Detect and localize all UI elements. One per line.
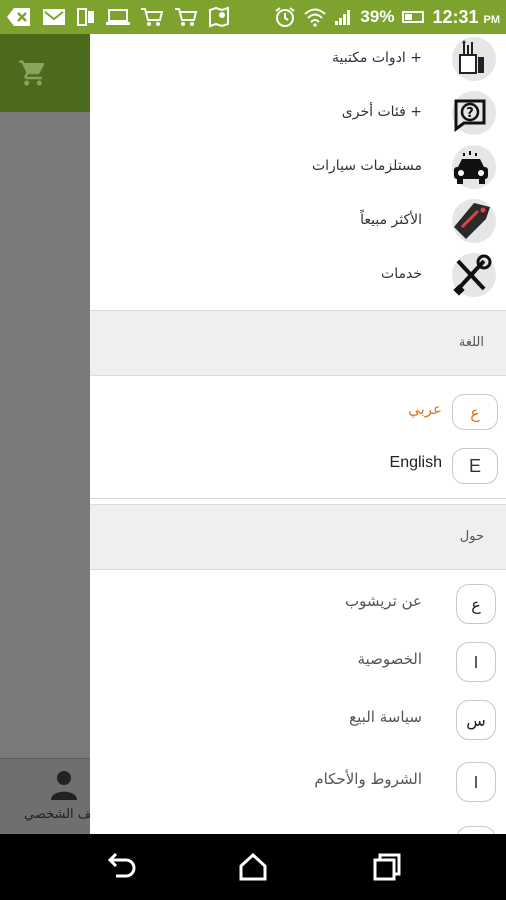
system-status: 39% 12:31 PM [274, 6, 500, 28]
svg-text:?: ? [466, 106, 474, 121]
language-section-title: اللغة [458, 335, 484, 350]
alarm-icon [275, 7, 296, 27]
drawer-item-other-categories[interactable]: + فئات أخرى ? [90, 88, 506, 140]
phone-icon [77, 8, 94, 26]
section-divider [90, 498, 506, 499]
battery-icon [402, 11, 425, 23]
drawer-item-best-sellers[interactable]: الأكثر مبيعاً [90, 196, 506, 248]
about-section-title: حول [459, 529, 484, 544]
about-item-privacy[interactable]: الخصوصية ا [90, 634, 506, 692]
about-item-label: الخصوصية [357, 650, 422, 668]
wifi-icon [304, 8, 327, 27]
about-item-terms[interactable]: الشروط والأحكام ا [90, 754, 506, 812]
clock-ampm: PM [483, 13, 501, 26]
about-item-sales-policy[interactable]: سياسة البيع س [90, 692, 506, 750]
home-icon[interactable] [236, 850, 270, 884]
about-item-partial[interactable] [90, 818, 506, 834]
drawer-item-label: مستلزمات سيارات [311, 158, 422, 174]
drawer-item-stationery[interactable]: + ادوات مكتبية [90, 34, 506, 86]
battery-percent: 39% [360, 7, 395, 26]
drawer-item-label: + فئات أخرى [341, 104, 422, 120]
language-section-header: اللغة [90, 310, 506, 376]
about-letter-badge: ا [456, 762, 496, 802]
cart-icon [175, 8, 198, 26]
about-section-header: حول [90, 504, 506, 570]
about-letter-badge: ا [456, 642, 496, 682]
shopping-cart-icon[interactable] [18, 58, 48, 88]
navigation-drawer: + ادوات مكتبية + فئات أخرى ? مستلزمات سي… [90, 34, 506, 834]
price-tag-icon [450, 199, 496, 245]
about-letter-badge [456, 826, 496, 834]
clock: 12:31 PM [432, 7, 500, 28]
recents-icon[interactable] [370, 850, 404, 884]
about-item-label: سياسة البيع [349, 708, 422, 726]
drawer-item-car-accessories[interactable]: مستلزمات سيارات [90, 142, 506, 194]
car-icon [450, 145, 496, 191]
system-navigation-bar [0, 834, 506, 900]
person-icon[interactable] [50, 769, 78, 801]
clock-time: 12:31 [432, 6, 479, 27]
question-bubble-icon: ? [450, 91, 496, 137]
language-option-english[interactable]: English E [90, 440, 506, 492]
cart-icon [141, 8, 164, 26]
back-arrow-icon [7, 8, 30, 26]
language-option-arabic[interactable]: عربي ع [90, 386, 506, 438]
stationery-icon [450, 37, 496, 83]
notification-icons [6, 6, 230, 28]
drawer-item-services[interactable]: خدمات [90, 250, 506, 302]
language-letter-badge: ع [452, 394, 498, 430]
about-item-label: الشروط والأحكام [314, 770, 422, 788]
about-letter-badge: ع [456, 584, 496, 624]
language-letter-badge: E [452, 448, 498, 484]
about-letter-badge: س [456, 700, 496, 740]
status-bar: 39% 12:31 PM [0, 0, 506, 34]
language-option-label: عربي [408, 400, 442, 418]
maps-icon [209, 6, 229, 28]
mail-icon [43, 9, 65, 25]
about-item-about-us[interactable]: عن تريشوب ع [90, 576, 506, 634]
drawer-item-label: + ادوات مكتبية [332, 50, 422, 66]
laptop-icon [106, 9, 130, 25]
drawer-item-label: الأكثر مبيعاً [360, 212, 422, 228]
back-icon[interactable] [104, 850, 138, 884]
language-option-label: English [389, 454, 442, 471]
profile-tab-label[interactable]: لف الشخصي [24, 807, 95, 822]
drawer-item-label: خدمات [381, 266, 422, 282]
about-item-label: عن تريشوب [344, 592, 422, 610]
signal-icon [335, 10, 351, 25]
tools-icon [450, 253, 496, 299]
